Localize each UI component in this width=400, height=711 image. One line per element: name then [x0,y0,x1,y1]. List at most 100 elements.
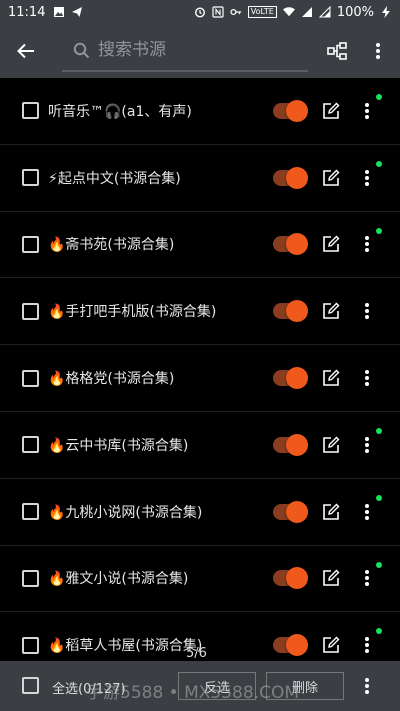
source-row[interactable]: 🔥九桃小说网(书源合集) [0,479,400,546]
more-vert-icon [365,436,369,453]
source-checkbox[interactable] [22,436,39,454]
arrow-left-icon [17,43,34,59]
toggle-knob [286,166,308,189]
search-input[interactable] [98,40,298,60]
source-row[interactable]: 🔥云中书库(书源合集) [0,412,400,479]
status-dot [376,494,382,501]
enable-toggle[interactable] [273,99,308,122]
wifi-icon [282,6,295,18]
select-all-checkbox[interactable] [22,677,39,694]
source-row[interactable]: 🔥斋书苑(书源合集) [0,212,400,279]
status-dot [376,227,382,234]
edit-button[interactable] [322,636,340,654]
edit-button[interactable] [322,102,340,120]
edit-button[interactable] [322,235,340,253]
volte-badge: VoLTE [247,6,277,18]
enable-toggle[interactable] [273,233,308,256]
alarm-icon [194,6,206,18]
row-more-button[interactable] [358,233,376,255]
more-vert-icon [365,102,369,119]
edit-icon [323,169,340,186]
source-row[interactable]: 🔥手打吧手机版(书源合集) [0,278,400,346]
source-checkbox[interactable] [22,302,39,320]
edit-button[interactable] [322,169,340,187]
row-more-button[interactable] [358,300,376,322]
edit-icon [323,569,340,587]
hierarchy-icon [327,42,347,60]
more-options-button[interactable] [361,34,395,68]
source-checkbox[interactable] [22,636,39,654]
source-checkbox[interactable] [22,169,39,187]
source-row[interactable]: ⚡起点中文(书源合集) [0,145,400,212]
toggle-knob [286,500,308,523]
toggle-knob [286,634,308,657]
row-more-button[interactable] [358,100,376,122]
toggle-knob [286,367,308,390]
source-row[interactable]: 🔥格格党(书源合集) [0,345,400,412]
source-name: 🔥云中书库(书源合集) [48,437,189,454]
more-vert-icon [365,570,369,587]
bottom-more-button[interactable] [358,675,376,697]
source-row[interactable]: 🔥雅文小说(书源合集) [0,546,400,613]
search-icon [70,42,92,59]
row-more-button[interactable] [358,367,376,389]
source-checkbox[interactable] [22,102,39,120]
enable-toggle[interactable] [273,166,308,189]
source-row[interactable]: 听音乐™🎧(a1、有声) [0,78,400,145]
row-more-button[interactable] [358,501,376,523]
battery-percent: 100% [336,4,374,20]
source-checkbox[interactable] [22,235,39,253]
row-more-button[interactable] [358,567,376,589]
edit-icon [323,503,340,520]
more-vert-icon [365,370,369,387]
source-name: 🔥手打吧手机版(书源合集) [48,304,217,321]
row-more-button[interactable] [358,167,376,189]
status-dot [376,160,382,167]
source-name: ⚡起点中文(书源合集) [48,170,181,187]
toggle-knob [286,567,308,590]
enable-toggle[interactable] [273,567,308,590]
edit-icon [323,436,340,453]
edit-icon [323,302,340,320]
edit-button[interactable] [322,569,340,587]
group-button[interactable] [320,34,354,68]
signal-2-icon [318,6,331,18]
more-vert-icon [376,43,380,59]
edit-button[interactable] [322,369,340,387]
enable-toggle[interactable] [273,433,308,456]
source-name: 听音乐™🎧(a1、有声) [48,103,192,120]
enable-toggle[interactable] [273,500,308,523]
more-vert-icon [365,637,369,654]
nfc-icon [212,6,224,18]
status-dot [376,427,382,434]
source-checkbox[interactable] [22,503,39,521]
more-vert-icon [365,678,369,694]
toolbar [0,24,400,78]
back-button[interactable] [0,24,52,78]
source-checkbox[interactable] [22,369,39,387]
source-checkbox[interactable] [22,569,39,587]
status-dot [376,94,382,100]
enable-toggle[interactable] [273,300,308,323]
source-name: 🔥稻草人书屋(书源合集) [48,638,203,655]
edit-icon [323,235,340,253]
more-vert-icon [365,169,369,186]
row-more-button[interactable] [358,634,376,656]
edit-icon [323,102,340,119]
more-vert-icon [365,503,369,520]
status-dot [376,628,382,635]
edit-icon [323,369,340,386]
edit-button[interactable] [322,302,340,320]
enable-toggle[interactable] [273,367,308,390]
enable-toggle[interactable] [273,634,308,657]
more-vert-icon [365,236,369,253]
row-more-button[interactable] [358,434,376,456]
source-name: 🔥格格党(书源合集) [48,371,175,388]
charging-icon [380,6,392,18]
signal-icon [301,6,313,18]
edit-button[interactable] [322,436,340,454]
search-field[interactable] [62,30,308,72]
source-name: 🔥雅文小说(书源合集) [48,571,189,588]
edit-button[interactable] [322,503,340,521]
toggle-knob [286,433,308,456]
